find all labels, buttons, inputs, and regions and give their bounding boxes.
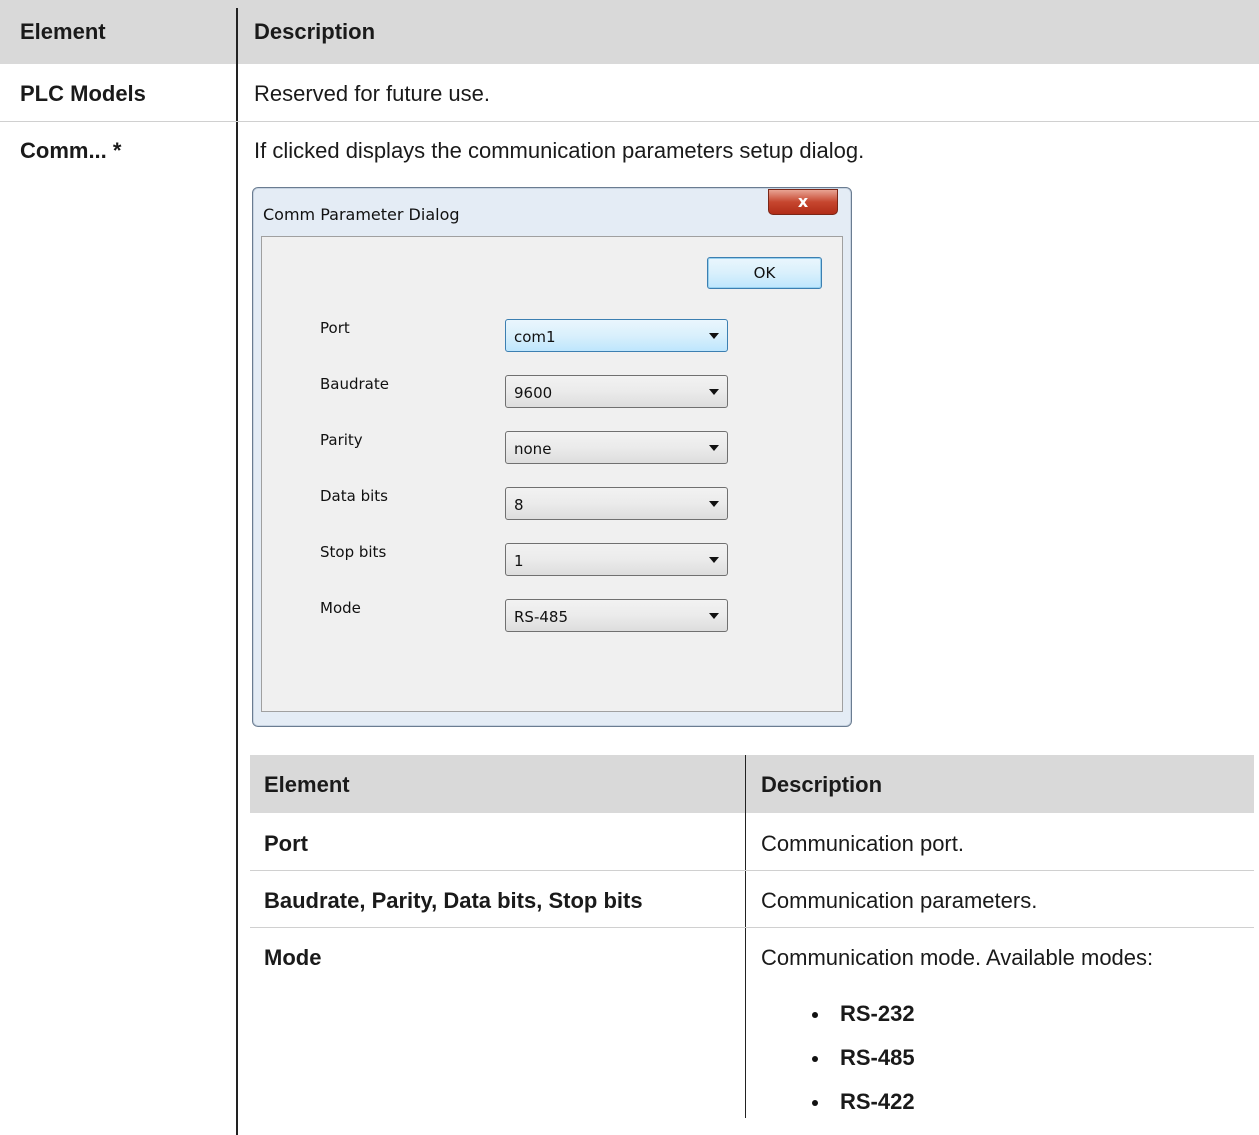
chevron-down-icon <box>709 613 719 619</box>
bullet-icon <box>812 1056 818 1062</box>
data-bits-label: Data bits <box>320 487 388 505</box>
inner-element-mode: Mode <box>264 945 322 970</box>
row-description-comm: If clicked displays the communication pa… <box>254 138 865 163</box>
inner-element-port: Port <box>264 831 308 856</box>
stop-bits-select[interactable]: 1 <box>505 543 728 576</box>
comm-parameter-dialog: Comm Parameter Dialog x OK Port com1 Bau… <box>252 187 852 727</box>
baudrate-select[interactable]: 9600 <box>505 375 728 408</box>
inner-element-params: Baudrate, Parity, Data bits, Stop bits <box>264 888 643 913</box>
stop-bits-label: Stop bits <box>320 543 387 561</box>
mode-value: RS-485 <box>514 608 568 626</box>
ok-button[interactable]: OK <box>707 257 822 289</box>
parity-label: Parity <box>320 431 363 449</box>
port-label: Port <box>320 319 350 337</box>
mode-label: Mode <box>320 599 361 617</box>
outer-column-divider <box>236 8 238 1135</box>
dialog-body: OK Port com1 Baudrate 9600 Parity none D… <box>261 236 843 712</box>
inner-description-port: Communication port. <box>761 831 964 856</box>
parity-value: none <box>514 440 552 458</box>
close-icon: x <box>797 192 809 211</box>
inner-header-description: Description <box>761 772 883 797</box>
bullet-icon <box>812 1100 818 1106</box>
inner-row-divider <box>250 870 1254 871</box>
bullet-icon <box>812 1012 818 1018</box>
chevron-down-icon <box>709 501 719 507</box>
inner-description-params: Communication parameters. <box>761 888 1038 913</box>
inner-description-mode: Communication mode. Available modes: <box>761 945 1154 970</box>
baudrate-label: Baudrate <box>320 375 389 393</box>
baudrate-value: 9600 <box>514 384 553 402</box>
row-element-plc-models: PLC Models <box>20 81 146 106</box>
inner-column-divider <box>745 755 746 1118</box>
outer-header-description: Description <box>254 19 376 44</box>
port-select[interactable]: com1 <box>505 319 728 352</box>
row-description-plc-models: Reserved for future use. <box>254 81 491 106</box>
chevron-down-icon <box>709 333 719 339</box>
port-value: com1 <box>514 328 556 346</box>
inner-table-header: Element Description <box>250 755 1254 813</box>
chevron-down-icon <box>709 557 719 563</box>
parity-select[interactable]: none <box>505 431 728 464</box>
dialog-title: Comm Parameter Dialog <box>263 205 460 224</box>
outer-header-element: Element <box>20 19 106 44</box>
data-bits-select[interactable]: 8 <box>505 487 728 520</box>
inner-row-divider <box>250 927 1254 928</box>
stop-bits-value: 1 <box>514 552 524 570</box>
chevron-down-icon <box>709 445 719 451</box>
row-element-comm: Comm... * <box>20 138 122 163</box>
mode-select[interactable]: RS-485 <box>505 599 728 632</box>
outer-row-divider <box>0 121 1259 122</box>
data-bits-value: 8 <box>514 496 524 514</box>
inner-header-element: Element <box>264 772 350 797</box>
chevron-down-icon <box>709 389 719 395</box>
close-button[interactable]: x <box>768 189 838 215</box>
outer-table-header: Element Description <box>0 0 1259 64</box>
